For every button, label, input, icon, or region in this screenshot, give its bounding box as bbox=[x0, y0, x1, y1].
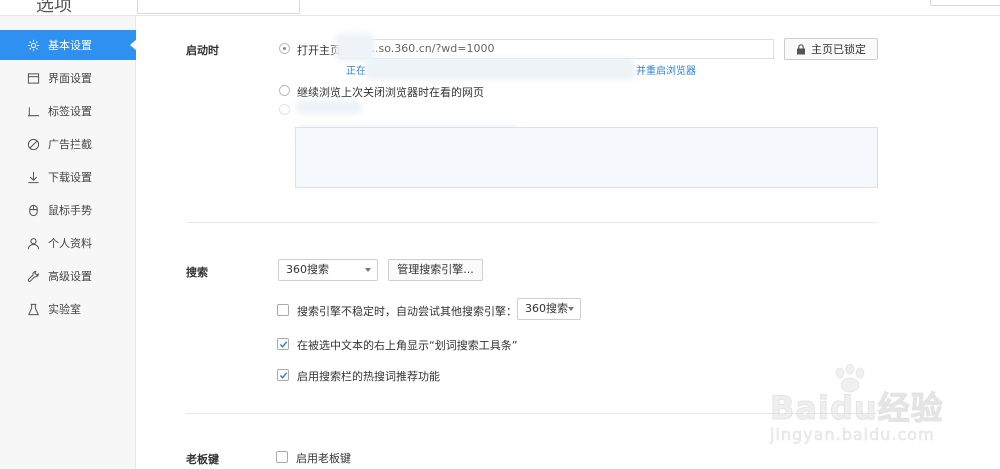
sidebar-item-download[interactable]: 下载设置 bbox=[0, 162, 136, 192]
watermark-brand: Baidu经验 bbox=[770, 389, 944, 428]
window-title: 选项 bbox=[36, 0, 72, 16]
sidebar-item-lab[interactable]: 实验室 bbox=[0, 294, 136, 324]
mouse-icon bbox=[26, 203, 40, 217]
sidebar-item-advanced[interactable]: 高级设置 bbox=[0, 261, 136, 291]
top-search-box[interactable] bbox=[137, 0, 300, 14]
redaction-blur bbox=[335, 33, 375, 61]
sidebar-item-label: 高级设置 bbox=[48, 270, 92, 283]
homepage-lock-button[interactable]: 主页已锁定 bbox=[784, 38, 878, 60]
wrench-icon bbox=[26, 269, 40, 283]
search-fallback-label: 搜索引擎不稳定时，自动尝试其他搜索引擎： bbox=[297, 305, 517, 318]
check-icon bbox=[279, 372, 288, 379]
sidebar-item-label: 广告拦截 bbox=[48, 138, 92, 151]
search-hotwords-label: 启用搜索栏的热搜词推荐功能 bbox=[297, 370, 440, 383]
startup-continue-label: 继续浏览上次关闭浏览器时在看的网页 bbox=[297, 86, 484, 99]
sidebar-item-label: 鼠标手势 bbox=[48, 204, 92, 217]
gear-icon bbox=[26, 38, 40, 52]
sidebar-item-basic[interactable]: 基本设置 bbox=[0, 30, 137, 60]
startup-hint-link[interactable]: 并重启浏览器 bbox=[636, 62, 696, 77]
download-icon bbox=[26, 170, 40, 184]
search-fallback-checkbox[interactable] bbox=[277, 304, 289, 316]
search-engine-select[interactable]: 360搜索 bbox=[278, 259, 378, 281]
manage-search-engines-button[interactable]: 管理搜索引擎... bbox=[388, 259, 483, 281]
chevron-down-icon bbox=[568, 307, 574, 311]
startup-section-label: 启动时 bbox=[186, 44, 219, 57]
watermark-url: jingyan.baidu.com bbox=[770, 425, 935, 445]
redaction-blur bbox=[365, 58, 635, 80]
sidebar-item-label: 标签设置 bbox=[48, 105, 92, 118]
sidebar-item-label: 界面设置 bbox=[48, 72, 92, 85]
search-hotwords-checkbox[interactable] bbox=[277, 369, 289, 381]
bosskey-enable-label: 启用老板键 bbox=[296, 452, 351, 465]
top-right-button[interactable] bbox=[930, 0, 1000, 6]
sidebar-item-label: 个人资料 bbox=[48, 237, 92, 250]
window-icon bbox=[26, 71, 40, 85]
section-divider bbox=[186, 222, 877, 223]
startup-pages-box[interactable] bbox=[295, 127, 878, 188]
sidebar-item-label: 下载设置 bbox=[48, 171, 92, 184]
startup-hint-prefix[interactable]: 正在 bbox=[346, 62, 366, 77]
tab-icon bbox=[26, 104, 40, 118]
chevron-down-icon bbox=[365, 268, 371, 272]
redaction-blur bbox=[296, 100, 362, 114]
top-bar: 选项 bbox=[0, 0, 1000, 16]
sidebar-item-tabs[interactable]: 标签设置 bbox=[0, 96, 136, 126]
fallback-engine-select[interactable]: 360搜索 bbox=[517, 298, 581, 320]
fallback-engine-value: 360搜索 bbox=[525, 302, 568, 315]
search-toolbar-checkbox[interactable] bbox=[277, 338, 289, 350]
lock-button-label: 主页已锁定 bbox=[811, 43, 866, 56]
flask-icon bbox=[26, 302, 40, 316]
search-toolbar-label: 在被选中文本的右上角显示“划词搜索工具条” bbox=[297, 339, 518, 352]
startup-third-radio[interactable] bbox=[279, 104, 290, 115]
sidebar-item-adblock[interactable]: 广告拦截 bbox=[0, 129, 136, 159]
bosskey-enable-checkbox[interactable] bbox=[276, 451, 288, 463]
sidebar-item-interface[interactable]: 界面设置 bbox=[0, 63, 136, 93]
sidebar-item-label: 基本设置 bbox=[48, 39, 92, 52]
baidu-jingyan-watermark: Baidu经验 jingyan.baidu.com bbox=[770, 363, 995, 465]
user-icon bbox=[26, 236, 40, 250]
search-section-label: 搜索 bbox=[186, 266, 208, 279]
block-icon bbox=[26, 137, 40, 151]
check-icon bbox=[279, 341, 288, 348]
startup-continue-radio[interactable] bbox=[279, 85, 290, 96]
sidebar: 基本设置 界面设置 标签设置 广告拦截 下载设置 鼠标手势 个人资料 高级设置 … bbox=[0, 16, 137, 469]
homepage-url-input[interactable]: ...so.360.cn/?wd=1000 bbox=[341, 39, 774, 59]
sidebar-item-label: 实验室 bbox=[48, 303, 81, 316]
sidebar-item-profile[interactable]: 个人资料 bbox=[0, 228, 136, 258]
bosskey-section-label: 老板键 bbox=[186, 453, 219, 466]
startup-homepage-radio[interactable] bbox=[279, 43, 290, 54]
search-engine-value: 360搜索 bbox=[286, 263, 329, 276]
sidebar-item-mouse[interactable]: 鼠标手势 bbox=[0, 195, 136, 225]
lock-icon bbox=[797, 43, 805, 54]
